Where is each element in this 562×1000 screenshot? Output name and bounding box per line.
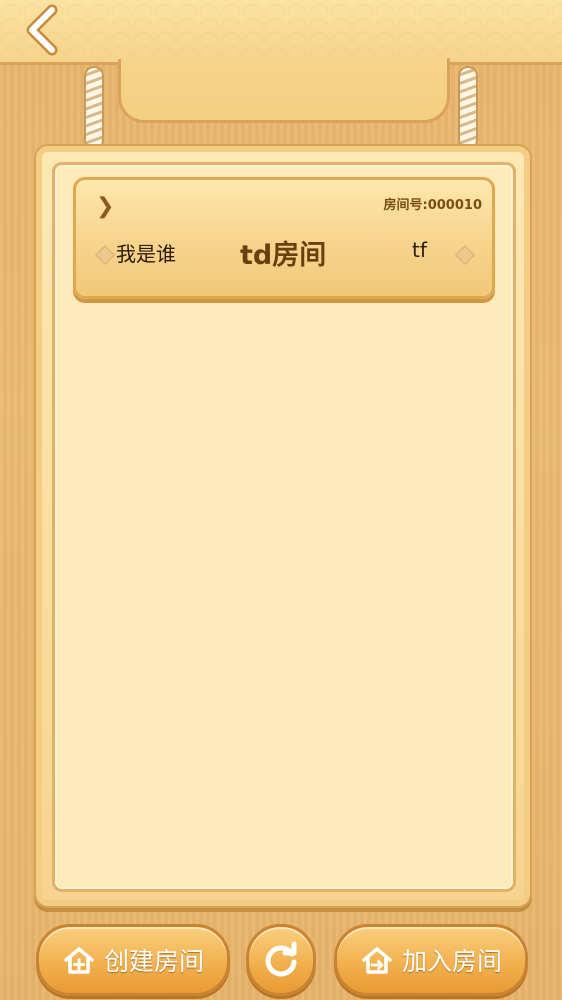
diamond-left-icon bbox=[95, 245, 115, 265]
chevron-right-icon: ❯ bbox=[96, 194, 115, 219]
room-owner: 我是谁 bbox=[116, 242, 176, 266]
room-list-panel: ❯ 房间号:000010 我是谁 td房间 tf bbox=[52, 162, 516, 892]
chevron-left-icon bbox=[26, 4, 58, 56]
join-room-button[interactable]: 加入房间 bbox=[334, 924, 528, 996]
join-room-label: 加入房间 bbox=[401, 947, 502, 976]
refresh-icon bbox=[261, 940, 301, 980]
back-button[interactable] bbox=[14, 2, 70, 58]
home-enter-icon bbox=[360, 945, 394, 975]
right-rope bbox=[460, 68, 476, 148]
room-tag: tf bbox=[412, 238, 427, 262]
room-card[interactable]: ❯ 房间号:000010 我是谁 td房间 tf bbox=[73, 177, 495, 299]
create-room-label: 创建房间 bbox=[103, 947, 204, 976]
top-banner-tab bbox=[81, 55, 450, 123]
diamond-right-icon bbox=[455, 245, 475, 265]
left-rope bbox=[86, 68, 102, 148]
room-number: 房间号:000010 bbox=[383, 198, 482, 213]
room-name: td房间 bbox=[240, 240, 327, 271]
room-board: ❯ 房间号:000010 我是谁 td房间 tf bbox=[34, 144, 532, 908]
refresh-button[interactable] bbox=[246, 924, 316, 996]
home-plus-icon bbox=[62, 945, 96, 975]
create-room-button[interactable]: 创建房间 bbox=[36, 924, 230, 996]
